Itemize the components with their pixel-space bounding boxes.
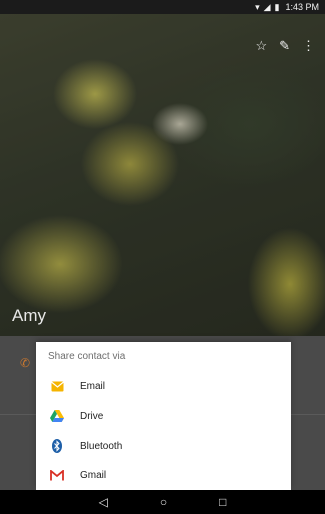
bluetooth-icon (50, 439, 64, 453)
share-option-label: Bluetooth (80, 440, 123, 452)
back-icon[interactable]: ◁ (99, 496, 108, 508)
wifi-icon: ▾ (255, 2, 260, 12)
share-option-label: Gmail (80, 469, 107, 481)
share-option-label: Drive (80, 410, 104, 422)
share-option-email[interactable]: Email (36, 371, 291, 401)
drive-icon (50, 409, 64, 423)
navigation-bar: ◁ ○ □ (0, 490, 325, 514)
email-icon (50, 379, 64, 393)
share-option-drive[interactable]: Drive (36, 401, 291, 431)
photo-dim-overlay (0, 14, 325, 336)
home-icon[interactable]: ○ (160, 496, 167, 508)
share-option-gmail[interactable]: Gmail (36, 460, 291, 490)
recents-icon[interactable]: □ (219, 496, 226, 508)
battery-icon: ▮ (274, 2, 280, 12)
status-bar: ▾ ◢ ▮ 1:43 PM (0, 0, 325, 14)
phone-icon[interactable]: ✆ (20, 356, 30, 370)
status-time: 1:43 PM (285, 2, 319, 12)
share-option-label: Email (80, 380, 106, 392)
signal-icon: ◢ (263, 2, 271, 12)
photo-actions: ☆ ✎ ⋮ (255, 38, 315, 54)
edit-icon[interactable]: ✎ (279, 38, 290, 54)
star-icon[interactable]: ☆ (255, 38, 267, 54)
share-sheet-title: Share contact via (48, 351, 126, 362)
more-icon[interactable]: ⋮ (302, 38, 315, 54)
gmail-icon (50, 468, 64, 482)
share-option-bluetooth[interactable]: Bluetooth (36, 431, 291, 461)
contact-photo: ☆ ✎ ⋮ (0, 14, 325, 336)
contact-name: Amy (12, 306, 46, 325)
